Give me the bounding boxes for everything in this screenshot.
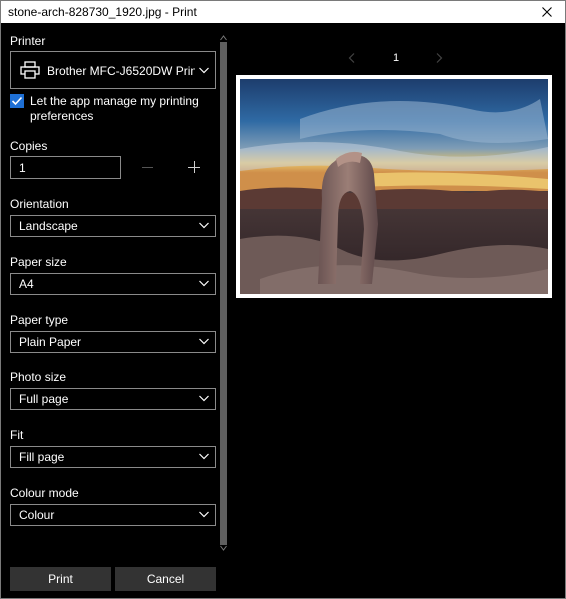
chevron-right-icon[interactable] — [433, 52, 445, 64]
decrease-copies-button[interactable] — [138, 156, 158, 179]
paper-size-value: A4 — [19, 277, 34, 291]
paper-type-label: Paper type — [10, 313, 69, 327]
copies-input[interactable]: 1 — [10, 156, 121, 179]
chevron-down-icon — [199, 511, 209, 518]
paper-size-label: Paper size — [10, 255, 67, 269]
chevron-down-icon — [199, 453, 209, 460]
orientation-value: Landscape — [19, 219, 78, 233]
colour-mode-select[interactable]: Colour — [10, 504, 216, 526]
scroll-down-icon[interactable] — [220, 545, 227, 551]
orientation-label: Orientation — [10, 197, 69, 211]
manage-prefs-label: Let the app manage my printing preferenc… — [30, 94, 199, 123]
paper-type-value: Plain Paper — [19, 335, 82, 349]
fit-value: Fill page — [19, 450, 65, 464]
print-dialog: stone-arch-828730_1920.jpg - Print Print… — [0, 0, 566, 599]
copies-value: 1 — [19, 161, 26, 175]
print-preview: 1 — [232, 23, 565, 598]
scroll-up-icon[interactable] — [220, 35, 227, 41]
chevron-left-icon[interactable] — [346, 52, 358, 64]
chevron-down-icon — [199, 280, 209, 287]
orientation-select[interactable]: Landscape — [10, 215, 216, 237]
cancel-button[interactable]: Cancel — [115, 567, 216, 591]
paper-size-select[interactable]: A4 — [10, 273, 216, 295]
photo-size-value: Full page — [19, 392, 69, 406]
window-title: stone-arch-828730_1920.jpg - Print — [8, 5, 197, 19]
printer-label: Printer — [10, 34, 46, 48]
fit-label: Fit — [10, 428, 24, 442]
paper-type-select[interactable]: Plain Paper — [10, 331, 216, 353]
photo-size-label: Photo size — [10, 370, 67, 384]
chevron-down-icon — [199, 395, 209, 402]
colour-mode-label: Colour mode — [10, 486, 79, 500]
copies-label: Copies — [10, 139, 48, 153]
scrollbar-thumb[interactable] — [220, 42, 227, 545]
title-bar: stone-arch-828730_1920.jpg - Print — [1, 1, 565, 23]
settings-panel: Printer Brother MFC-J6520DW Printer Let … — [1, 23, 232, 598]
minus-icon — [142, 167, 153, 168]
manage-prefs-checkbox[interactable] — [10, 94, 24, 108]
checkmark-icon — [11, 96, 23, 106]
chevron-down-icon — [199, 222, 209, 229]
close-icon — [542, 7, 552, 17]
printer-value: Brother MFC-J6520DW Printer — [47, 64, 195, 78]
printer-select[interactable]: Brother MFC-J6520DW Printer — [10, 51, 216, 89]
close-button[interactable] — [529, 1, 565, 23]
increase-copies-button[interactable] — [183, 156, 206, 179]
preview-photo — [240, 79, 548, 294]
fit-select[interactable]: Fill page — [10, 446, 216, 468]
page-number: 1 — [392, 52, 400, 64]
settings-scrollbar[interactable] — [219, 35, 228, 551]
chevron-down-icon — [199, 67, 209, 74]
preview-page — [236, 75, 552, 298]
colour-mode-value: Colour — [19, 508, 55, 522]
print-button[interactable]: Print — [10, 567, 111, 591]
photo-size-select[interactable]: Full page — [10, 388, 216, 410]
chevron-down-icon — [199, 338, 209, 345]
printer-icon — [20, 61, 40, 79]
